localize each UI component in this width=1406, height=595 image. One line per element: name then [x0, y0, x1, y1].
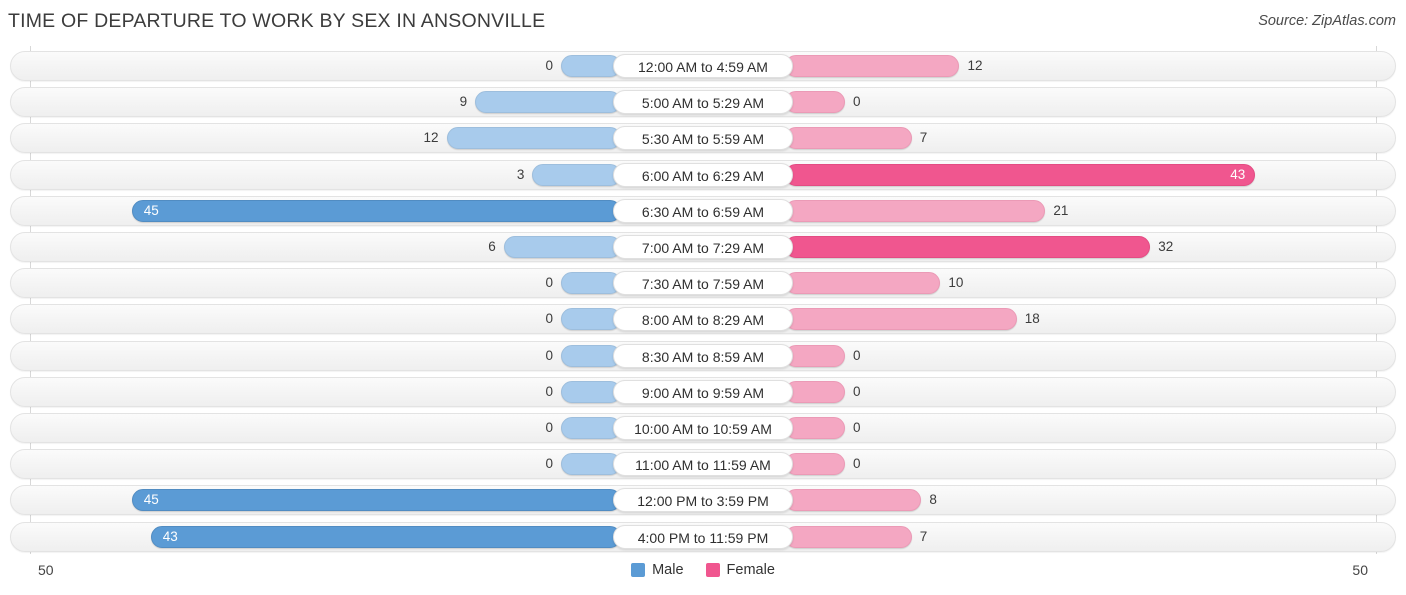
chart-footer: 50 50 Male Female: [0, 554, 1406, 595]
chart-row: 0 10 7:30 AM to 7:59 AM: [10, 268, 1396, 299]
bar-male[interactable]: [532, 163, 621, 186]
value-label-male: 0: [545, 58, 553, 73]
value-label-male: 3: [516, 166, 525, 182]
category-label: 5:00 AM to 5:29 AM: [613, 90, 793, 115]
category-label: 4:00 PM to 11:59 PM: [613, 524, 793, 549]
legend-item-male[interactable]: Male: [631, 562, 684, 578]
bar-male[interactable]: [150, 525, 621, 548]
legend-swatch-icon: [631, 563, 646, 577]
source-attribution: Source: ZipAtlas.com: [1258, 13, 1396, 29]
bar-male[interactable]: [561, 55, 621, 77]
value-label-female: 7: [919, 528, 928, 544]
chart-row: 45 21 6:30 AM to 6:59 AM: [10, 195, 1396, 226]
value-label-female: 0: [853, 94, 861, 110]
bar-female[interactable]: [785, 236, 1151, 258]
bar-female[interactable]: [785, 489, 922, 512]
value-label-male: 45: [143, 492, 159, 508]
value-label-female: 18: [1024, 311, 1040, 327]
bar-male[interactable]: [131, 489, 621, 512]
category-label: 12:00 PM to 3:59 PM: [613, 488, 793, 513]
value-label-male: 6: [488, 239, 496, 254]
bar-female[interactable]: [785, 91, 845, 114]
bar-male[interactable]: [475, 91, 621, 114]
value-label-male: 9: [459, 94, 468, 110]
bar-female[interactable]: [785, 55, 960, 77]
category-label: 10:00 AM to 10:59 AM: [613, 416, 793, 440]
legend-label: Female: [726, 562, 775, 578]
value-label-female: 0: [853, 347, 861, 363]
bar-female[interactable]: [785, 525, 912, 548]
bar-female[interactable]: [785, 127, 912, 150]
category-label: 7:00 AM to 7:29 AM: [613, 235, 793, 259]
value-label-male: 0: [545, 383, 553, 399]
category-label: 12:00 AM to 4:59 AM: [613, 54, 793, 78]
chart-row: 0 0 9:00 AM to 9:59 AM: [10, 376, 1396, 407]
value-label-male: 43: [162, 528, 178, 544]
bar-male[interactable]: [561, 380, 621, 403]
value-label-male: 12: [423, 130, 439, 146]
legend-swatch-icon: [705, 563, 720, 577]
value-label-female: 7: [919, 130, 928, 146]
chart-header: TIME OF DEPARTURE TO WORK BY SEX IN ANSO…: [0, 0, 1406, 46]
category-label: 11:00 AM to 11:59 AM: [613, 452, 793, 477]
chart-plot-area: 0 12 12:00 AM to 4:59 AM 9 0 5:00 AM to 5:29 …: [0, 46, 1406, 554]
legend-label: Male: [652, 562, 684, 578]
value-label-female: 0: [853, 420, 861, 435]
bar-female[interactable]: [785, 453, 845, 476]
chart-row: 0 0 11:00 AM to 11:59 AM: [10, 449, 1396, 480]
bar-male[interactable]: [446, 127, 621, 150]
chart-row: 0 18 8:00 AM to 8:29 AM: [10, 304, 1396, 335]
value-label-female: 32: [1158, 239, 1174, 254]
bar-female[interactable]: [785, 199, 1046, 222]
bar-female[interactable]: [785, 380, 845, 403]
value-label-female: 12: [967, 58, 983, 73]
legend-item-female[interactable]: Female: [705, 562, 775, 578]
category-label: 7:30 AM to 7:59 AM: [613, 271, 793, 296]
bar-female[interactable]: [785, 417, 845, 439]
value-label-male: 0: [545, 311, 553, 327]
category-label: 9:00 AM to 9:59 AM: [613, 379, 793, 404]
value-label-female: 0: [853, 456, 861, 472]
bar-male[interactable]: [561, 453, 621, 476]
value-label-female: 43: [1230, 166, 1246, 182]
category-label: 5:30 AM to 5:59 AM: [613, 126, 793, 151]
value-label-female: 8: [929, 492, 937, 508]
chart-row: 6 32 7:00 AM to 7:29 AM: [10, 232, 1396, 262]
chart-row: 43 7 4:00 PM to 11:59 PM: [10, 521, 1396, 552]
chart-row: 3 43 6:00 AM to 6:29 AM: [10, 159, 1396, 190]
bar-male[interactable]: [561, 272, 621, 295]
chart-row: 12 7 5:30 AM to 5:59 AM: [10, 123, 1396, 154]
value-label-male: 0: [545, 347, 553, 363]
bar-male[interactable]: [131, 199, 621, 222]
value-label-female: 10: [948, 275, 964, 291]
chart-row: 0 0 10:00 AM to 10:59 AM: [10, 413, 1396, 443]
chart-row: 0 12 12:00 AM to 4:59 AM: [10, 51, 1396, 81]
category-label: 8:30 AM to 8:59 AM: [613, 343, 793, 368]
category-label: 6:30 AM to 6:59 AM: [613, 198, 793, 223]
chart-row: 0 0 8:30 AM to 8:59 AM: [10, 340, 1396, 371]
bar-female[interactable]: [785, 272, 941, 295]
value-label-male: 0: [545, 456, 553, 472]
category-label: 6:00 AM to 6:29 AM: [613, 162, 793, 187]
value-label-male: 0: [545, 420, 553, 435]
bar-male[interactable]: [561, 417, 621, 439]
bar-male[interactable]: [561, 344, 621, 367]
bar-male[interactable]: [503, 236, 621, 258]
bar-female[interactable]: [785, 344, 845, 367]
bar-male[interactable]: [561, 308, 621, 331]
chart-legend: Male Female: [0, 562, 1406, 578]
page-title: TIME OF DEPARTURE TO WORK BY SEX IN ANSO…: [8, 10, 546, 32]
chart-row: 45 8 12:00 PM to 3:59 PM: [10, 485, 1396, 516]
value-label-male: 0: [545, 275, 553, 291]
bar-female[interactable]: [785, 163, 1256, 186]
value-label-female: 0: [853, 383, 861, 399]
category-label: 8:00 AM to 8:29 AM: [613, 307, 793, 332]
value-label-male: 45: [143, 202, 159, 218]
bar-female[interactable]: [785, 308, 1017, 331]
value-label-female: 21: [1053, 202, 1069, 218]
chart-row: 9 0 5:00 AM to 5:29 AM: [10, 87, 1396, 118]
